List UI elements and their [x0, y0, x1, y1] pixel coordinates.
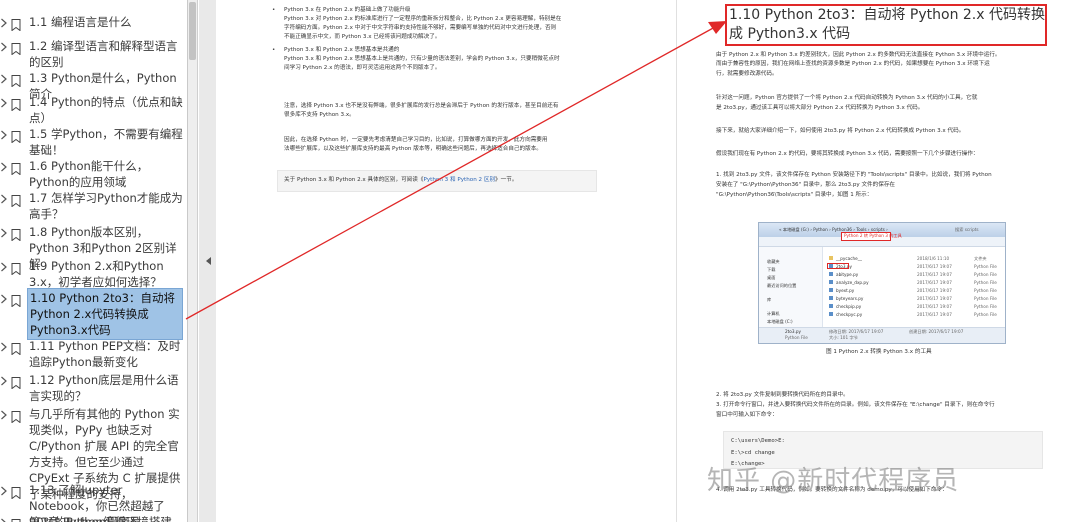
arrow-head [708, 21, 727, 34]
arrow-line [185, 26, 716, 320]
annotation-arrow [185, 21, 727, 320]
